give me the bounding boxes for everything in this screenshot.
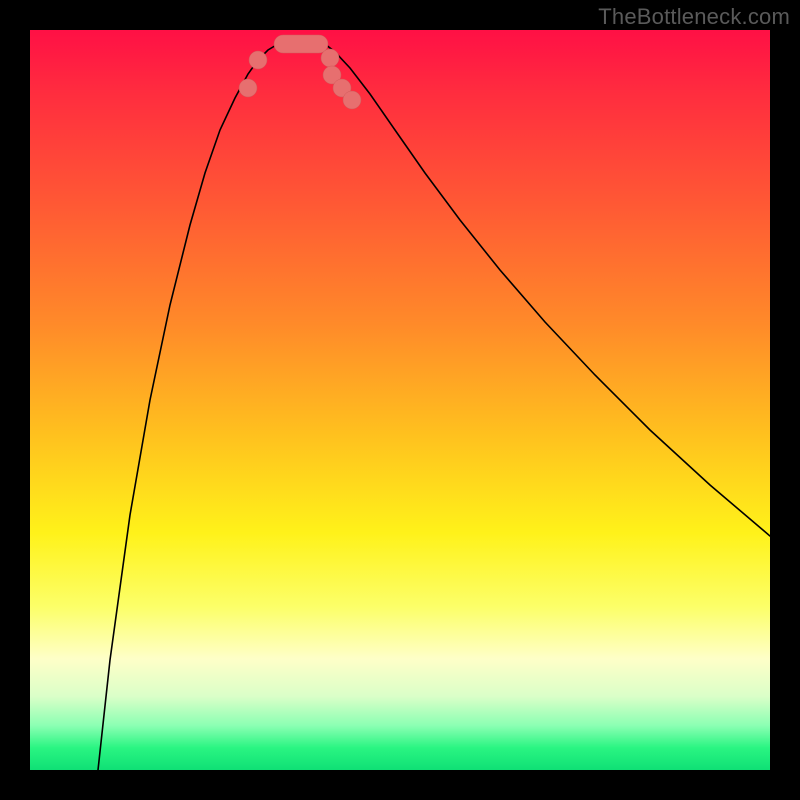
curve-right-branch (325, 44, 770, 536)
curve-left-branch (98, 44, 278, 770)
right-dot-4 (343, 91, 361, 109)
plot-area (30, 30, 770, 770)
left-dot-lower (249, 51, 267, 69)
flat-segment-marker (274, 35, 328, 53)
curve-layer (30, 30, 770, 770)
right-dot-1 (321, 49, 339, 67)
chart-frame: TheBottleneck.com (0, 0, 800, 800)
watermark-text: TheBottleneck.com (598, 4, 790, 30)
marker-group (239, 49, 361, 109)
left-dot-upper (239, 79, 257, 97)
